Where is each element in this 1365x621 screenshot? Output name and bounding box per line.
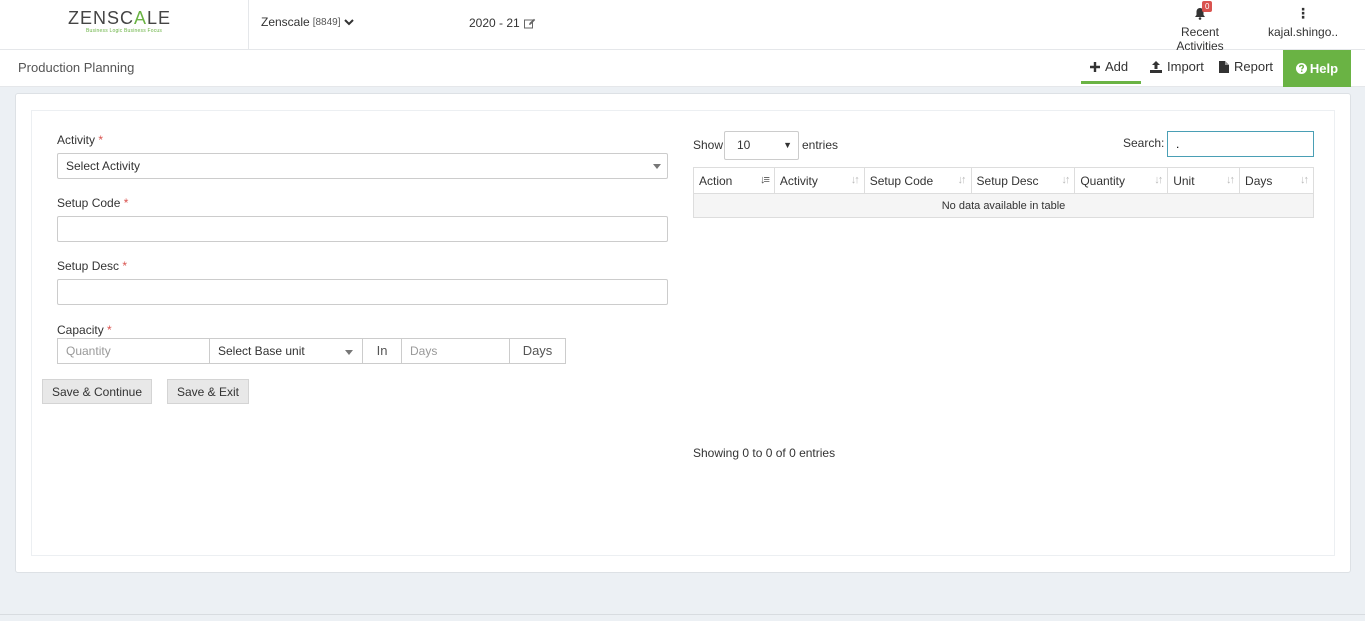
column-header-quantity[interactable]: Quantity ↓↑ — [1074, 167, 1169, 194]
page-header: Production Planning Add Import Report He… — [0, 50, 1365, 87]
notification-count-badge: 0 — [1202, 1, 1213, 12]
fiscal-year[interactable]: 2020 - 21 — [469, 16, 536, 30]
page-title: Production Planning — [18, 60, 135, 75]
column-header-setup-desc[interactable]: Setup Desc ↓↑ — [970, 167, 1076, 194]
setup-table: Action ↓≡ Activity ↓↑ Setup Code ↓↑ Setup D… — [693, 167, 1314, 218]
active-tab-indicator — [1081, 81, 1141, 84]
footer-divider — [0, 614, 1365, 615]
setup-desc-input[interactable] — [57, 279, 668, 305]
column-header-days[interactable]: Days ↓↑ — [1239, 167, 1314, 194]
sort-icon: ↓↑ — [1061, 174, 1070, 186]
column-header-activity[interactable]: Activity ↓↑ — [773, 167, 865, 194]
caret-down-icon — [345, 350, 353, 355]
company-name: Zenscale — [261, 15, 310, 29]
add-label: Add — [1105, 59, 1129, 74]
report-label: Report — [1234, 59, 1274, 74]
recent-activities[interactable]: 0 Recent Activities — [1156, 1, 1244, 53]
caret-down-icon — [653, 164, 661, 169]
search-label: Search: — [1123, 136, 1165, 150]
help-label: Help — [1309, 61, 1339, 76]
more-vertical-icon: ⋮ — [1296, 5, 1310, 21]
user-menu[interactable]: ⋮ kajal.shingo.. — [1268, 5, 1338, 39]
save-exit-button[interactable]: Save & Exit — [167, 379, 249, 404]
plus-icon — [1090, 61, 1100, 72]
sort-asc-icon: ↓≡ — [759, 174, 770, 186]
import-label: Import — [1167, 59, 1204, 74]
capacity-days-input[interactable] — [401, 338, 510, 364]
sort-icon: ↓↑ — [850, 174, 860, 186]
import-button[interactable]: Import — [1150, 59, 1204, 74]
edit-icon[interactable] — [523, 18, 536, 29]
company-code: [8849] — [312, 16, 341, 28]
empty-table-message: No data available in table — [693, 193, 1314, 218]
company-selector[interactable]: Zenscale [8849] — [261, 15, 354, 29]
setup-code-label: Setup Code * — [57, 196, 129, 210]
sort-icon: ↓↑ — [1154, 174, 1163, 186]
upload-icon — [1150, 60, 1162, 73]
file-icon — [1219, 60, 1229, 73]
help-button[interactable]: Help — [1283, 50, 1351, 87]
caret-down-icon: ▼ — [783, 140, 792, 150]
column-header-setup-code[interactable]: Setup Code ↓↑ — [863, 167, 972, 194]
chevron-down-icon — [343, 19, 354, 26]
in-addon: In — [363, 338, 402, 364]
column-header-unit[interactable]: Unit ↓↑ — [1167, 167, 1241, 194]
table-row: No data available in table — [693, 193, 1314, 218]
capacity-label: Capacity * — [57, 323, 112, 337]
setup-desc-label: Setup Desc * — [57, 259, 128, 273]
table-header-row: Action ↓≡ Activity ↓↑ Setup Code ↓↑ Setup D… — [693, 167, 1314, 194]
table-info: Showing 0 to 0 of 0 entries — [693, 446, 836, 460]
bell-icon: 0 — [1193, 1, 1213, 21]
recent-activities-label: Recent Activities — [1176, 25, 1224, 53]
days-addon: Days — [509, 338, 566, 364]
activity-label: Activity * — [57, 133, 104, 147]
capacity-quantity-input[interactable] — [57, 338, 210, 364]
report-button[interactable]: Report — [1219, 59, 1273, 74]
sort-icon: ↓↑ — [1300, 174, 1309, 186]
logo-tagline: Business Logic Business Focus — [86, 28, 163, 34]
question-circle-icon — [1295, 63, 1307, 74]
fiscal-year-label: 2020 - 21 — [469, 16, 520, 30]
search-input[interactable] — [1167, 131, 1314, 157]
add-button[interactable]: Add — [1090, 59, 1128, 74]
entries-label: entries — [802, 138, 839, 152]
column-header-action[interactable]: Action ↓≡ — [693, 167, 775, 194]
base-unit-select[interactable]: Select Base unit — [210, 338, 363, 364]
sort-icon: ↓↑ — [1226, 174, 1235, 186]
sort-icon: ↓↑ — [957, 174, 967, 186]
activity-select[interactable]: Select Activity — [57, 153, 668, 179]
username-label: kajal.shingo.. — [1268, 25, 1339, 39]
save-continue-button[interactable]: Save & Continue — [42, 379, 152, 404]
top-navbar: ZENSCALE Business Logic Business Focus Z… — [0, 0, 1365, 53]
header-divider — [248, 0, 249, 50]
show-label: Show — [693, 138, 724, 152]
page-length-select[interactable]: 10 ▼ — [724, 131, 799, 160]
setup-code-input[interactable] — [57, 216, 668, 242]
zenscale-logo[interactable]: ZENSCALE Business Logic Business Focus — [68, 8, 180, 36]
